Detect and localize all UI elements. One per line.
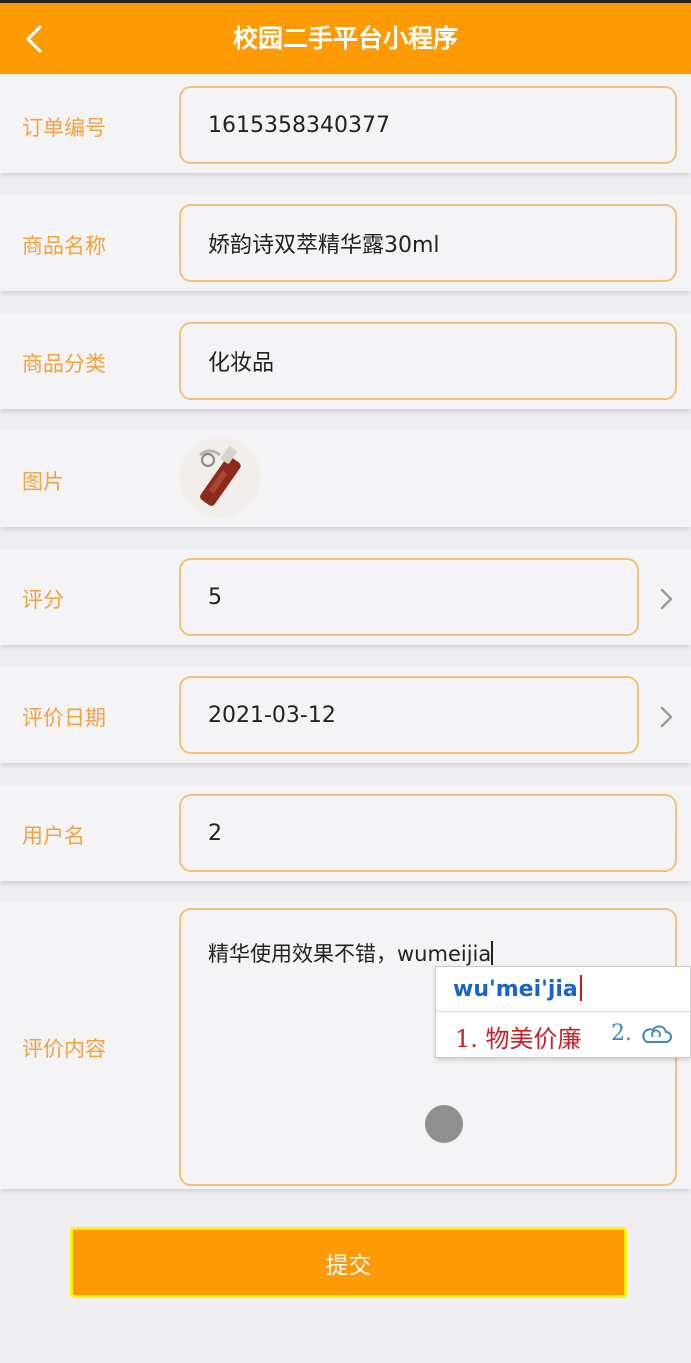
text-caret (491, 941, 494, 965)
product-name-label: 商品名称 (22, 234, 106, 258)
order-no-input[interactable]: 1615358340377 (179, 86, 677, 164)
header-bar: 校园二手平台小程序 (0, 0, 691, 74)
review-date-picker[interactable]: 2021-03-12 (179, 676, 639, 754)
category-label: 商品分类 (22, 352, 106, 376)
review-content-text: 精华使用效果不错，wumeijia (208, 942, 492, 966)
rating-label: 评分 (22, 588, 64, 612)
ime-caret (579, 975, 582, 1001)
review-date-label: 评价日期 (22, 706, 106, 730)
image-label: 图片 (22, 470, 64, 494)
submit-button[interactable]: 提交 (70, 1227, 627, 1298)
username-input[interactable]: 2 (179, 794, 677, 872)
review-content-label: 评价内容 (22, 1037, 106, 1061)
ime-candidate-popup: wu'mei'jia 1. 物美价廉 2. (435, 966, 691, 1058)
form-row-category: 商品分类 化妆品 (0, 313, 691, 409)
order-no-label: 订单编号 (22, 116, 106, 140)
rating-select[interactable]: 5 (179, 558, 639, 636)
chevron-right-icon[interactable] (654, 587, 678, 611)
form-row-product-name: 商品名称 娇韵诗双萃精华露30ml (0, 195, 691, 291)
form-row-order-no: 订单编号 1615358340377 (0, 77, 691, 173)
ime-pinyin: wu'mei'jia (453, 977, 578, 1002)
form-row-image: 图片 (0, 431, 691, 527)
form-row-review-date: 评价日期 2021-03-12 (0, 667, 691, 763)
product-image-thumbnail[interactable] (178, 435, 262, 519)
ime-candidate-1[interactable]: 1. 物美价廉 (455, 1019, 582, 1054)
touch-indicator (425, 1105, 463, 1143)
category-input[interactable]: 化妆品 (179, 322, 677, 400)
product-name-input[interactable]: 娇韵诗双萃精华露30ml (179, 204, 677, 282)
form-row-username: 用户名 2 (0, 785, 691, 881)
form-row-rating: 评分 5 (0, 549, 691, 645)
product-photo (178, 435, 262, 519)
ime-divider (436, 1011, 690, 1012)
page-title: 校园二手平台小程序 (232, 24, 458, 53)
cloud-icon (642, 1025, 672, 1043)
username-label: 用户名 (22, 824, 85, 848)
ime-candidate-2[interactable]: 2. (611, 1021, 632, 1046)
chevron-right-icon[interactable] (654, 705, 678, 729)
